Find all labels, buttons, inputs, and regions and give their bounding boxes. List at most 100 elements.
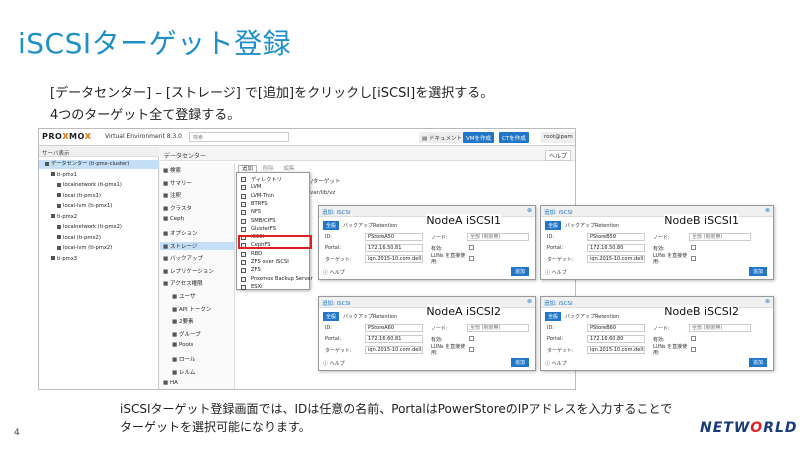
menu-item[interactable]: ■ 2要素 [172, 317, 193, 325]
dropdown-item[interactable]: BTRFS [251, 201, 268, 207]
tree-item[interactable]: localnetwork (ti-pmx1) [39, 181, 159, 190]
dropdown-item[interactable]: RBD [251, 251, 262, 257]
target-select[interactable]: iqn.2015-10.com.dell:dc [365, 255, 423, 263]
menu-item[interactable]: ■ レプリケーション [163, 267, 214, 275]
menu-item[interactable]: ■ ユーザ [172, 292, 195, 300]
dialog-help-button[interactable]: ⓘ ヘルプ [545, 360, 567, 367]
create-ct-button[interactable]: CTを作成 [499, 132, 529, 143]
menu-item[interactable]: ■ Ceph [163, 216, 184, 222]
tab-backup-retention[interactable]: バックアップRetention [343, 313, 397, 320]
id-field[interactable]: PStoreA50 [365, 233, 423, 241]
create-vm-button[interactable]: VMを作成 [463, 132, 495, 143]
tree-item[interactable]: local-lvm (ti-pmx2) [39, 244, 159, 253]
node-select[interactable]: 全部 (制限無) [689, 324, 751, 332]
node-select[interactable]: 全部 (制限無) [689, 233, 751, 241]
id-label: ID: [325, 325, 333, 331]
dialog-add-button[interactable]: 追加 [510, 358, 529, 367]
dropdown-item[interactable]: SMB/CIFS [251, 218, 275, 224]
menu-item[interactable]: ■ ロール [172, 355, 195, 363]
luns-label: LUNs を直接使用: [653, 253, 688, 265]
id-field[interactable]: PStoreB50 [587, 233, 645, 241]
dialog-help-button[interactable]: ⓘ ヘルプ [323, 360, 345, 367]
menu-item[interactable]: ■ API トークン [172, 305, 211, 313]
dialog-help-button[interactable]: ⓘ ヘルプ [545, 269, 567, 276]
dropdown-item[interactable]: ZFS over iSCSI [251, 259, 289, 265]
menu-item-icon: ■ [163, 243, 170, 250]
dialog-add-button[interactable]: 追加 [748, 358, 767, 367]
target-select[interactable]: iqn.2015-10.com.dell:dc [365, 346, 423, 354]
storage-icon [57, 203, 61, 208]
menu-item-icon: ■ [163, 268, 170, 275]
tree-item[interactable]: local (ti-pmx1) [39, 192, 159, 201]
help-button[interactable]: ヘルプ [544, 150, 571, 161]
menu-item[interactable]: ■ HA [163, 380, 178, 386]
view-selector[interactable]: サーバ表示 [39, 147, 159, 157]
dropdown-item[interactable]: LVM-Thin [251, 193, 274, 199]
portal-field[interactable]: 172.16.60.81 [365, 335, 423, 343]
storage-type-icon [241, 185, 246, 191]
luns-checkbox[interactable] [469, 347, 474, 352]
tree-item[interactable]: ti-pmx1 [39, 171, 159, 180]
dropdown-item[interactable]: ZFS [251, 267, 261, 273]
menu-item-label: 注釈 [169, 193, 181, 200]
id-field[interactable]: PStoreA60 [365, 324, 423, 332]
menu-item[interactable]: ■ レルム [172, 368, 195, 376]
tree-item[interactable]: local-lvm (ti-pmx1) [39, 202, 159, 211]
luns-checkbox[interactable] [691, 347, 696, 352]
portal-field[interactable]: 172.16.50.80 [587, 244, 645, 252]
tab-general[interactable]: 全般 [545, 312, 562, 321]
dropdown-item[interactable]: ESXi [251, 284, 263, 290]
close-icon[interactable]: ⊗ [527, 207, 532, 214]
tab-backup-retention[interactable]: バックアップRetention [565, 313, 619, 320]
dropdown-item[interactable]: ディレクトリ [251, 176, 282, 183]
tab-general[interactable]: 全般 [545, 221, 562, 230]
user-menu[interactable]: root@pam [541, 132, 575, 143]
menu-item[interactable]: ■ サマリー [163, 179, 192, 187]
tree-item[interactable]: localnetwork (ti-pmx2) [39, 223, 159, 232]
tree-item[interactable]: データセンター (ti-pmx-cluster) [39, 160, 159, 169]
portal-field[interactable]: 172.16.60.80 [587, 335, 645, 343]
enable-checkbox[interactable] [469, 245, 474, 250]
tree-item[interactable]: ti-pmx2 [39, 213, 159, 222]
close-icon[interactable]: ⊗ [765, 298, 770, 305]
menu-item[interactable]: ■ グループ [172, 330, 201, 338]
menu-item[interactable]: ■ 検索 [163, 166, 181, 174]
menu-item[interactable]: ■ バックアップ [163, 254, 203, 262]
id-field[interactable]: PStoreB60 [587, 324, 645, 332]
luns-checkbox[interactable] [691, 256, 696, 261]
menu-item[interactable]: ■ Pools [172, 342, 193, 348]
enable-checkbox[interactable] [469, 336, 474, 341]
node-select[interactable]: 全部 (制限無) [467, 324, 529, 332]
node-select[interactable]: 全部 (制限無) [467, 233, 529, 241]
tab-general[interactable]: 全般 [323, 312, 340, 321]
enable-checkbox[interactable] [691, 336, 696, 341]
menu-item[interactable]: ■ 注釈 [163, 191, 181, 199]
dialog-add-button[interactable]: 追加 [748, 267, 767, 276]
datacenter-icon [45, 161, 49, 166]
tab-backup-retention[interactable]: バックアップRetention [565, 222, 619, 229]
tab-general[interactable]: 全般 [323, 221, 340, 230]
dropdown-item[interactable]: GlusterFS [251, 226, 276, 232]
close-icon[interactable]: ⊗ [527, 298, 532, 305]
dialog-help-button[interactable]: ⓘ ヘルプ [323, 269, 345, 276]
tree-item[interactable]: local (ti-pmx2) [39, 234, 159, 243]
menu-item[interactable]: ■ アクセス権限 [163, 279, 203, 287]
menu-item[interactable]: ■ オプション [163, 229, 197, 237]
portal-field[interactable]: 172.16.50.81 [365, 244, 423, 252]
tree-item[interactable]: ti-pmx3 [39, 255, 159, 264]
luns-checkbox[interactable] [469, 256, 474, 261]
enable-checkbox[interactable] [691, 245, 696, 250]
menu-item[interactable]: ■ クラスタ [163, 204, 192, 212]
target-select[interactable]: iqn.2015-10.com.dell:dc [587, 346, 645, 354]
dropdown-item[interactable]: LVM [251, 184, 261, 190]
target-select[interactable]: iqn.2015-10.com.dell:dc [587, 255, 645, 263]
tab-backup-retention[interactable]: バックアップRetention [343, 222, 397, 229]
docs-button[interactable]: ▤ ドキュメント [419, 132, 465, 143]
close-icon[interactable]: ⊗ [765, 207, 770, 214]
storage-type-icon [241, 284, 246, 290]
search-input[interactable]: 検索 [189, 132, 289, 142]
dropdown-item[interactable]: Proxmox Backup Server [251, 276, 313, 282]
dropdown-item[interactable]: NFS [251, 209, 261, 215]
menu-item[interactable]: ■ ストレージ [160, 241, 235, 250]
dialog-add-button[interactable]: 追加 [510, 267, 529, 276]
